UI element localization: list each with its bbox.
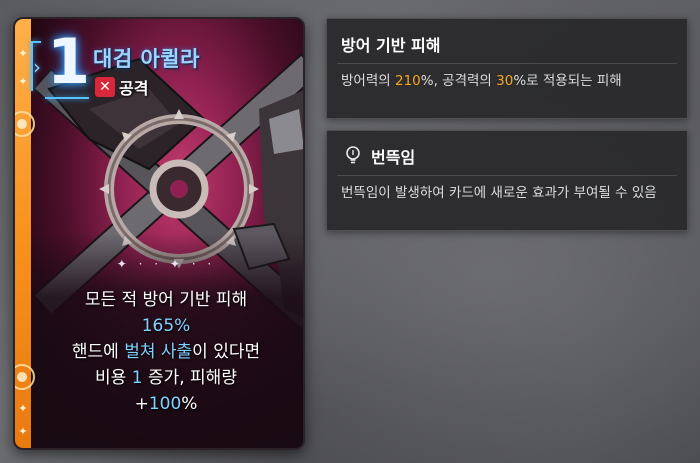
card-type-label: 공격 [119,79,149,98]
tooltip-text: %, 공격력의 [420,73,497,89]
skill-card[interactable]: ✦ ✦ ✦ ✦ › 1 대검 아퀼라 ✕ 공격 ✦ · · ✦ · · 모든 적… [13,17,305,450]
tooltip-title: 방어 기반 피해 [341,36,441,55]
tooltip-number: 30 [496,73,514,89]
desc-text: 핸드에 [71,342,125,362]
desc-text: 이 있다면 [192,342,261,362]
crossed-swords-icon: ✕ [95,77,115,97]
desc-number: 100 [148,394,182,414]
desc-text: 비용 [95,368,132,388]
desc-line-1: 모든 적 방어 기반 피해 [84,290,248,310]
desc-text: % [181,394,198,414]
lightbulb-icon [346,146,360,164]
divider [337,63,677,64]
sparkle-icon: ✦ [18,402,28,415]
cost-underline [45,97,89,99]
desc-text: 증가, 피해량 [142,368,237,388]
desc-line-3: 핸드에 벌쳐 사출이 있다면 [29,339,303,365]
card-name: 대검 아퀼라 [93,47,200,71]
tooltip-text: %로 적용되는 피해 [513,73,622,89]
desc-line-2: 165% [141,316,191,336]
sparkle-icon: ✦ [18,47,28,60]
divider [337,175,677,176]
keyword-tooltip-defense-damage: 방어 기반 피해 방어력의 210%, 공격력의 30%로 적용되는 피해 [326,18,688,119]
tooltip-number: 210 [394,73,421,89]
tooltip-title: 번뜩임 [371,148,416,167]
card-cost: › 1 [31,27,91,105]
desc-line-5: +100% [29,391,303,417]
desc-text: + [134,394,149,414]
keyword-tooltip-epiphany: 번뜩임 번뜩임이 발생하여 카드에 새로운 효과가 부여될 수 있음 [326,130,688,231]
tooltip-body: 번뜩임이 발생하여 카드에 새로운 효과가 부여될 수 있음 [341,185,657,201]
tooltip-text: 방어력의 [341,73,395,89]
desc-number: 1 [131,368,143,388]
card-description: 모든 적 방어 기반 피해 165% 핸드에 벌쳐 사출이 있다면 비용 1 증… [29,287,303,417]
keyword-link[interactable]: 벌쳐 사출 [124,342,192,362]
sparkle-icon: ✦ [18,75,28,88]
stars-divider: ✦ · · ✦ · · [116,257,216,271]
tooltip-body: 방어력의 210%, 공격력의 30%로 적용되는 피해 [341,71,673,91]
sparkle-icon: ✦ [18,425,28,438]
chevron-right-icon: › [33,55,41,79]
desc-line-4: 비용 1 증가, 피해량 [29,365,303,391]
card-type: ✕ 공격 [95,75,148,99]
cost-value: 1 [47,25,91,98]
